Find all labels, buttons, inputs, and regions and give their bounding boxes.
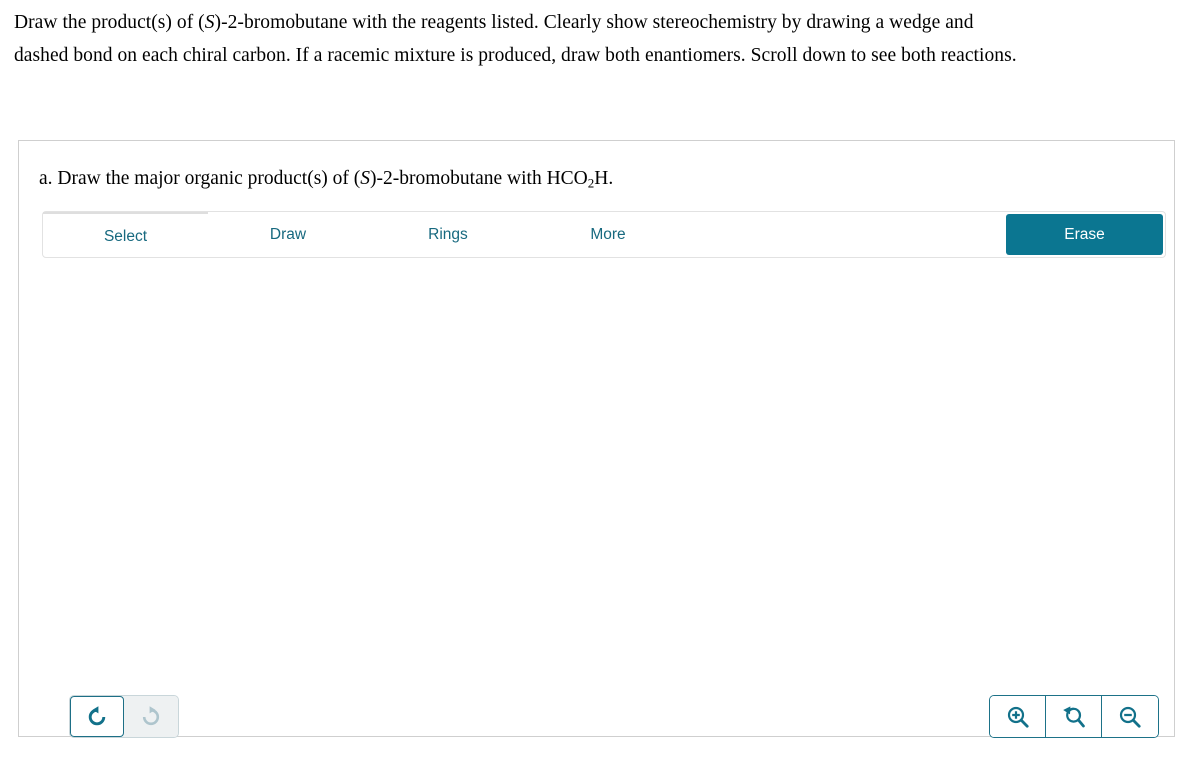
- prompt-line-1-part-1: Draw the product(s) of (: [14, 12, 205, 33]
- question-reagent-text: )-2-bromobutane with HCO: [370, 168, 588, 189]
- erase-button[interactable]: Erase: [1006, 214, 1163, 255]
- zoom-out-button[interactable]: [1102, 696, 1158, 737]
- history-button-group: [69, 695, 179, 738]
- tab-more[interactable]: More: [528, 212, 688, 257]
- zoom-button-group: [989, 695, 1159, 738]
- tab-rings[interactable]: Rings: [368, 212, 528, 257]
- question-label: a. Draw the major organic product(s) of …: [39, 168, 361, 189]
- exercise-prompt: Draw the product(s) of (S)-2-bromobutane…: [14, 6, 1186, 72]
- tab-draw[interactable]: Draw: [208, 212, 368, 257]
- editor-tab-strip: Select Draw Rings More: [43, 212, 688, 257]
- drawing-canvas[interactable]: [42, 261, 1166, 698]
- zoom-reset-button[interactable]: [1046, 696, 1102, 737]
- zoom-reset-icon: [1061, 704, 1087, 730]
- prompt-line-2: dashed bond on each chiral carbon. If a …: [14, 45, 1017, 66]
- undo-button[interactable]: [70, 696, 124, 737]
- question-text: a. Draw the major organic product(s) of …: [39, 166, 613, 192]
- molecule-editor: Select Draw Rings More Erase: [42, 211, 1166, 738]
- redo-icon: [139, 705, 163, 729]
- zoom-out-icon: [1117, 704, 1143, 730]
- prompt-line-1-part-2: )-2-bromobutane with the reagents listed…: [214, 12, 974, 33]
- undo-icon: [85, 705, 109, 729]
- prompt-stereo-descriptor: S: [204, 12, 215, 33]
- tab-select[interactable]: Select: [43, 212, 208, 257]
- zoom-in-button[interactable]: [990, 696, 1046, 737]
- redo-button[interactable]: [124, 696, 178, 737]
- formula-tail: H.: [594, 168, 614, 189]
- question-stereo-descriptor: S: [360, 168, 371, 189]
- zoom-in-icon: [1005, 704, 1031, 730]
- editor-toolbar: Select Draw Rings More Erase: [42, 211, 1166, 258]
- exercise-card: a. Draw the major organic product(s) of …: [18, 140, 1175, 738]
